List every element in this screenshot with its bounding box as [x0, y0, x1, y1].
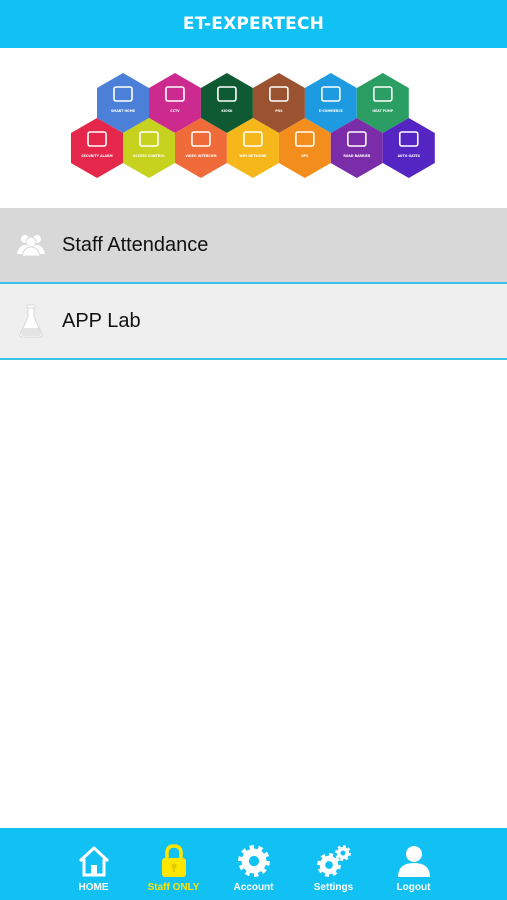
hexagon-label: KIOSK — [221, 109, 233, 113]
tab-account[interactable]: Account — [214, 828, 294, 900]
tab-label: Staff ONLY — [147, 882, 200, 893]
tab-label: Settings — [313, 882, 354, 893]
hexagon-label: ROAD BARRIER — [343, 154, 370, 158]
gears-icon — [316, 842, 352, 880]
hexagon-label: AUTO GATES — [398, 154, 421, 158]
hexagon-label: CCTV — [170, 109, 180, 113]
app-header: ET-EXPERTECH — [0, 0, 507, 48]
user-icon — [396, 842, 432, 880]
tab-staff-only[interactable]: Staff ONLY — [134, 828, 214, 900]
users-icon — [0, 208, 62, 282]
app-title: ET-EXPERTECH — [182, 14, 325, 34]
services-banner: SMART HOME CCTV KIOSK POS E-COMMERCE HEAT PUM… — [0, 48, 507, 208]
tab-label: Logout — [396, 882, 431, 893]
hexagon-label: SMART HOME — [111, 109, 135, 113]
hexagon-label: GPS — [301, 154, 309, 158]
services-hexagon-graphic: SMART HOME CCTV KIOSK POS E-COMMERCE HEAT PUM… — [71, 73, 435, 178]
hexagon-label: WIFI NETWORK — [239, 154, 267, 158]
menu-item-app-lab[interactable]: APP Lab — [0, 284, 507, 360]
tab-logout[interactable]: Logout — [374, 828, 454, 900]
home-icon — [77, 842, 111, 880]
hexagon-label: E-COMMERCE — [319, 109, 343, 113]
menu-item-staff-attendance[interactable]: Staff Attendance — [0, 208, 507, 284]
lock-icon — [159, 842, 189, 880]
bottom-tab-bar: HOME Staff ONLY Account Settings Logout — [0, 828, 507, 900]
tab-label: Account — [233, 882, 274, 893]
tab-settings[interactable]: Settings — [294, 828, 374, 900]
hexagon-label: SECURITY ALARM — [81, 154, 112, 158]
menu-label: Staff Attendance — [62, 233, 209, 256]
tab-home[interactable]: HOME — [54, 828, 134, 900]
hexagon-label: HEAT PUMP — [372, 109, 393, 113]
hexagon-label: VIDEO INTERCOM — [185, 154, 216, 158]
flask-icon — [0, 284, 62, 358]
gear-icon — [237, 842, 271, 880]
menu-label: APP Lab — [62, 309, 141, 332]
hexagon-label: ACCESS CONTROL — [133, 154, 165, 158]
tab-label: HOME — [78, 882, 109, 893]
hexagon-label: POS — [275, 109, 283, 113]
